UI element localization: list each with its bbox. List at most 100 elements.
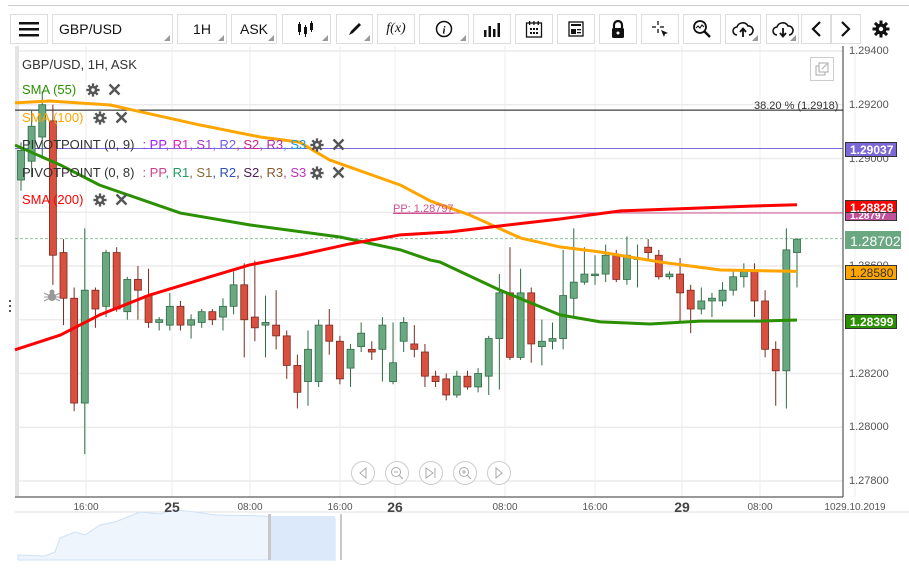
candle-body [761, 300, 769, 350]
candle-body [304, 348, 312, 382]
price-chart[interactable] [0, 0, 909, 568]
legend-pivot-item: , R1 [165, 165, 190, 180]
candle-bearish [367, 341, 376, 361]
candle-bullish [378, 317, 387, 382]
candle-body [378, 324, 387, 350]
legend-sma200: SMA (200) [22, 192, 128, 207]
candle-body [623, 254, 631, 280]
gear-icon[interactable] [310, 165, 324, 180]
candle-bearish [410, 325, 419, 358]
candle-body [240, 284, 249, 321]
pan-left-button[interactable] [351, 461, 375, 485]
candle-body [665, 273, 674, 278]
candle-bullish [665, 271, 674, 280]
legend-sma100: SMA (100) [22, 110, 128, 125]
legend-pivot-item: , S1 [189, 137, 213, 152]
zoom-out-button[interactable] [385, 461, 409, 485]
candle-body [261, 322, 270, 326]
legend-pivot-item: , S1 [189, 165, 213, 180]
y-tick-label: 1.28200 [849, 367, 889, 380]
left-scroll-edge[interactable] [15, 46, 19, 496]
navigator-window[interactable] [270, 516, 335, 560]
legend-pivot-item: , R3 [259, 137, 284, 152]
navigator-handle-right[interactable] [340, 514, 342, 560]
gear-icon[interactable] [93, 110, 108, 125]
candle-bearish [506, 247, 514, 361]
candle-body [155, 319, 164, 323]
pan-right-button[interactable] [487, 461, 511, 485]
zoom-out-icon [391, 467, 404, 480]
candle-body [442, 378, 451, 396]
popout-button[interactable] [810, 57, 834, 81]
gear-icon[interactable] [86, 82, 100, 97]
legend-pivot8-label: PIVOTPOINT (0, 8) [22, 165, 135, 180]
candle-bullish [537, 319, 546, 366]
x-tick-label: 16:00 [582, 502, 608, 513]
candle-bearish [282, 330, 291, 379]
candle-bullish [484, 335, 493, 395]
candle-body [421, 351, 429, 377]
x-tick-label: 08:00 [237, 502, 263, 513]
legend-pivot-item: , S3 [283, 165, 307, 180]
price-tag-pivot9: 1.29037 [845, 142, 897, 157]
legend-pivot-item: , S3 [283, 137, 307, 152]
candle-body [335, 340, 344, 380]
candle-body [367, 348, 376, 353]
gear-icon[interactable] [93, 192, 108, 207]
close-icon[interactable] [332, 166, 345, 179]
navigator-handle-left[interactable] [268, 514, 271, 560]
candle-bearish [421, 343, 429, 387]
candle-bullish [516, 268, 525, 361]
x-tick-label: 16:00 [327, 502, 353, 513]
close-icon[interactable] [332, 138, 345, 151]
candle-body [484, 338, 493, 377]
candle-bullish [399, 317, 408, 352]
price-tag-sma100: 1.28580 [845, 265, 897, 280]
candle-bearish [293, 354, 302, 409]
y-tick-label: 1.29200 [849, 98, 889, 111]
close-icon[interactable] [115, 111, 128, 124]
price-tag-last: 1.28702 [845, 231, 901, 249]
candle-body [697, 300, 706, 310]
candle-body [144, 295, 153, 323]
x-tick-label: 1029.10.2019 [824, 502, 886, 513]
candle-bullish [229, 271, 238, 315]
candle-bearish [144, 268, 153, 328]
price-tag-sma55: 1.28399 [845, 314, 897, 329]
candle-body [102, 252, 110, 307]
candle-body [410, 343, 419, 350]
candle-body [654, 254, 663, 278]
candle-bearish [761, 290, 769, 358]
candle-body [537, 340, 546, 348]
close-icon[interactable] [108, 83, 121, 96]
candle-body [80, 289, 89, 404]
candle-body [197, 311, 206, 323]
candle-bullish [739, 263, 748, 288]
candle-bearish [70, 287, 79, 412]
candle-bearish [240, 263, 249, 358]
candle-body [176, 305, 185, 326]
candle-body [739, 270, 748, 278]
go-to-end-button[interactable] [419, 461, 443, 485]
candle-body [431, 375, 440, 382]
triangle-left-icon [359, 467, 367, 479]
gear-icon[interactable] [310, 137, 324, 152]
legend-pivot-item: , S2 [236, 165, 260, 180]
candle-body [389, 362, 397, 382]
legend-pivot8: PIVOTPOINT (0, 8) : PP, R1, S1, R2, S2, … [22, 165, 345, 180]
navigator[interactable] [15, 509, 909, 561]
candle-body [612, 254, 621, 280]
candle-bearish [250, 260, 259, 342]
candle-bullish [601, 244, 610, 283]
legend-pivot-item: , R1 [165, 137, 190, 152]
drag-handle-icon[interactable] [9, 300, 11, 312]
pp-annotation: PP: 1.28797 [393, 203, 454, 215]
close-icon[interactable] [115, 193, 128, 206]
zoom-in-button[interactable] [453, 461, 477, 485]
skip-end-icon [425, 467, 436, 479]
x-tick-label: 26 [387, 499, 403, 515]
candle-body [325, 324, 334, 342]
candle-body [282, 335, 291, 366]
candle-body [165, 305, 174, 326]
candle-body [474, 373, 482, 388]
